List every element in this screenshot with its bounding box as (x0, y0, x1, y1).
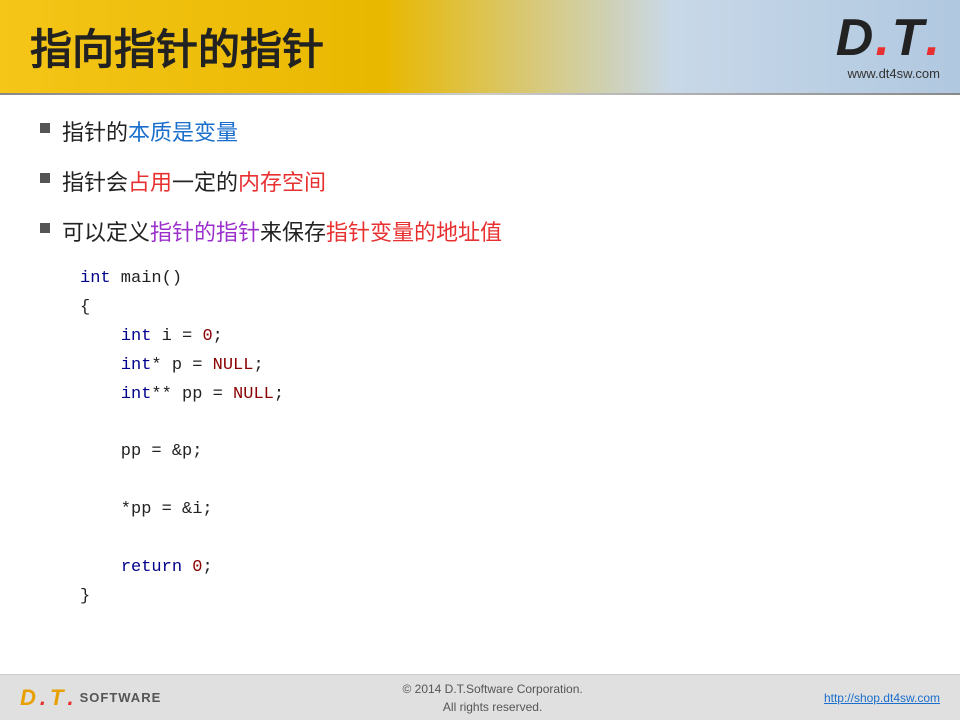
bullet-3-middle: 来保存 (260, 220, 326, 245)
bullet-text-2: 指针会占用一定的内存空间 (62, 165, 326, 197)
footer-logo-text: SOFTWARE (80, 690, 162, 705)
bullet-2-highlight2: 内存空间 (238, 170, 326, 195)
bullet-icon-1 (40, 123, 50, 133)
bullet-text-3: 可以定义指针的指针来保存指针变量的地址值 (62, 215, 502, 247)
bullet-3-highlight2: 指针变量的地址值 (326, 220, 502, 245)
copyright-line1: © 2014 D.T.Software Corporation. (402, 680, 582, 698)
bullet-3-highlight1: 指针的指针 (150, 220, 260, 245)
code-line-12: } (80, 583, 920, 612)
code-line-5: int** pp = NULL; (80, 381, 920, 410)
bullet-item-3: 可以定义指针的指针来保存指针变量的地址值 (40, 215, 920, 247)
footer-website[interactable]: http://shop.dt4sw.com (824, 691, 940, 705)
code-line-3: int i = 0; (80, 323, 920, 352)
bullet-3-before: 可以定义 (62, 220, 150, 245)
code-line-11: return 0; (80, 554, 920, 583)
logo-text: D . T . (836, 12, 940, 64)
bullet-text-1: 指针的本质是变量 (62, 115, 238, 147)
logo-dot2: . (926, 12, 940, 64)
footer-logo: D . T . SOFTWARE (20, 685, 161, 711)
bullet-2-before: 指针会 (62, 170, 128, 195)
footer-logo-dot1: . (40, 685, 46, 711)
footer-logo-t: T (50, 685, 63, 711)
code-line-1: int main() (80, 265, 920, 294)
code-line-10 (80, 525, 920, 554)
bullet-1-highlight: 本质是变量 (128, 120, 238, 145)
bullet-1-before: 指针的 (62, 120, 128, 145)
page-footer: D . T . SOFTWARE © 2014 D.T.Software Cor… (0, 674, 960, 720)
bullet-item-1: 指针的本质是变量 (40, 115, 920, 147)
bullet-list: 指针的本质是变量 指针会占用一定的内存空间 可以定义指针的指针来保存指针变量的地… (40, 115, 920, 247)
code-line-9: *pp = &i; (80, 496, 920, 525)
bullet-icon-2 (40, 173, 50, 183)
bullet-item-2: 指针会占用一定的内存空间 (40, 165, 920, 197)
page-title: 指向指针的指针 (30, 16, 324, 77)
footer-logo-d: D (20, 685, 36, 711)
code-block: int main() { int i = 0; int* p = NULL; i… (80, 265, 920, 612)
code-line-2: { (80, 294, 920, 323)
logo-website: www.dt4sw.com (848, 66, 940, 81)
copyright-line2: All rights reserved. (402, 698, 582, 716)
bullet-icon-3 (40, 223, 50, 233)
logo-t: T (892, 12, 924, 64)
code-line-8 (80, 467, 920, 496)
main-content: 指针的本质是变量 指针会占用一定的内存空间 可以定义指针的指针来保存指针变量的地… (0, 95, 960, 622)
logo-d: D (836, 12, 874, 64)
code-line-7: pp = &p; (80, 438, 920, 467)
footer-logo-dot2: . (67, 685, 73, 711)
bullet-2-highlight1: 占用 (128, 170, 172, 195)
page-header: 指向指针的指针 D . T . www.dt4sw.com (0, 0, 960, 93)
logo-dot1: . (875, 12, 889, 64)
code-line-6 (80, 409, 920, 438)
bullet-2-middle: 一定的 (172, 170, 238, 195)
footer-copyright: © 2014 D.T.Software Corporation. All rig… (402, 680, 582, 716)
code-line-4: int* p = NULL; (80, 352, 920, 381)
header-logo: D . T . www.dt4sw.com (836, 12, 940, 81)
